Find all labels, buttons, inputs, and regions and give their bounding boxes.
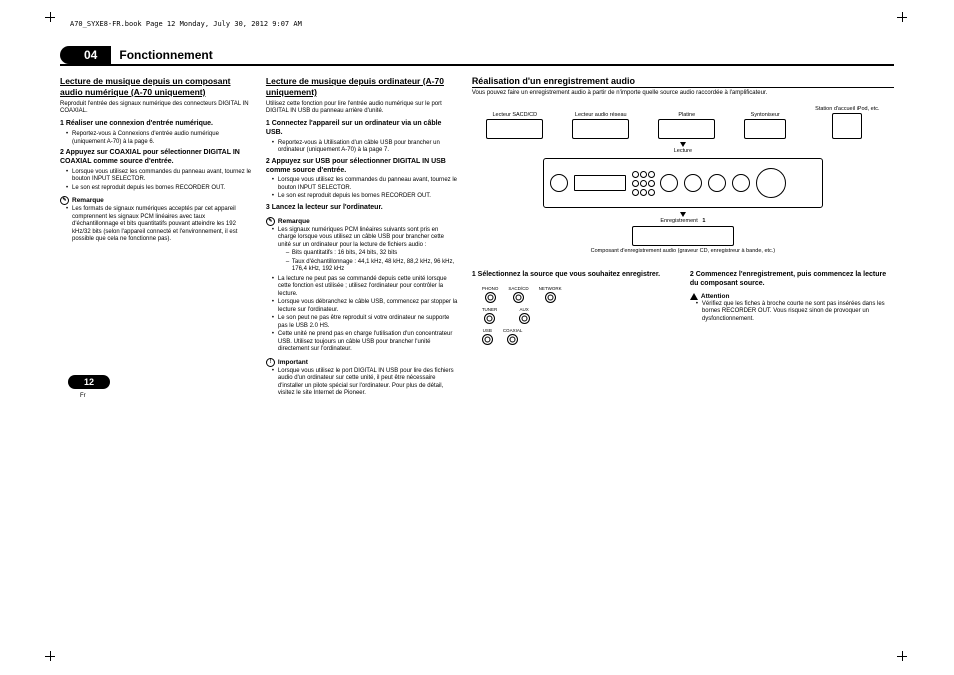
turntable-box bbox=[658, 119, 715, 139]
sel-label: USB bbox=[482, 328, 493, 333]
lecture-label: Lecture bbox=[674, 148, 692, 154]
volume-knob-icon bbox=[756, 168, 786, 198]
display-icon bbox=[574, 175, 626, 191]
note-label: Remarque bbox=[72, 197, 104, 204]
step-1: 1 Connectez l'appareil sur un ordinateur… bbox=[266, 120, 458, 138]
tuner-box bbox=[744, 119, 786, 139]
recorder-box bbox=[632, 226, 734, 246]
sub-bullet: Taux d'échantillonnage : 44,1 kHz, 48 kH… bbox=[286, 259, 458, 274]
attention-label: Attention bbox=[701, 293, 730, 300]
enreg-label: Enregistrement bbox=[660, 218, 697, 224]
intro-text: Utilisez cette fonction pour lire l'entr… bbox=[266, 101, 458, 115]
sacd-button bbox=[513, 292, 524, 303]
important-header: ! Important bbox=[266, 358, 458, 367]
note-icon: ✎ bbox=[60, 196, 69, 205]
aux-button bbox=[519, 313, 530, 324]
bullet: Le son est reproduit depuis les bornes R… bbox=[66, 185, 252, 193]
attention-text: Vérifiez que les fiches à broche courte … bbox=[696, 301, 894, 324]
tuner-button bbox=[484, 313, 495, 324]
important-label: Important bbox=[278, 359, 308, 366]
note-text: Cette unité ne prend pas en charge l'uti… bbox=[272, 331, 458, 354]
note-text: Le son peut ne pas être reproduit si vot… bbox=[272, 315, 458, 330]
sel-label: PHONO bbox=[482, 286, 499, 291]
bullet: Reportez-vous à Utilisation d'un câble U… bbox=[272, 140, 458, 155]
sel-label: AUX bbox=[519, 307, 530, 312]
diag-label-tuner: Syntoniseur bbox=[744, 112, 786, 118]
intro-text: Vous pouvez faire un enregistrement audi… bbox=[472, 90, 894, 97]
column-1: Lecture de musique depuis un composant a… bbox=[60, 74, 252, 401]
note-header: ✎ Remarque bbox=[60, 196, 252, 205]
note-header: ✎ Remarque bbox=[266, 217, 458, 226]
network-box bbox=[572, 119, 629, 139]
arrow-down-icon bbox=[680, 142, 686, 147]
section-heading: Réalisation d'un enregistrement audio bbox=[472, 76, 894, 88]
note-text: Les formats de signaux numériques accept… bbox=[66, 206, 252, 244]
chapter-bar: 04 Fonctionnement bbox=[60, 46, 894, 66]
knob-icon bbox=[660, 174, 678, 192]
sacd-box bbox=[486, 119, 543, 139]
bullet: Le son est reproduit depuis les bornes R… bbox=[272, 193, 458, 201]
knob-icon bbox=[708, 174, 726, 192]
sub-bullet: Bits quantitatifs : 16 bits, 24 bits, 32… bbox=[286, 250, 458, 258]
page-number: 12 bbox=[68, 375, 110, 389]
attention-header: Attention bbox=[690, 293, 894, 300]
chapter-title: Fonctionnement bbox=[119, 48, 212, 62]
important-text: Lorsque vous utilisez le port DIGITAL IN… bbox=[272, 368, 458, 398]
sel-label: NETWORK bbox=[539, 286, 562, 291]
note-text: Lorsque vous débranchez le câble USB, co… bbox=[272, 299, 458, 314]
network-button bbox=[545, 292, 556, 303]
section-heading: Lecture de musique depuis un composant a… bbox=[60, 76, 252, 98]
sel-label: SACD/CD bbox=[508, 286, 528, 291]
file-header: A70_SYXE8-FR.book Page 12 Monday, July 3… bbox=[70, 20, 894, 28]
column-3: Réalisation d'un enregistrement audio Vo… bbox=[472, 74, 894, 401]
note-label: Remarque bbox=[278, 218, 310, 225]
bullet: Lorsque vous utilisez les commandes du p… bbox=[66, 169, 252, 184]
important-icon: ! bbox=[266, 358, 275, 367]
step-1: 1 Sélectionnez la source que vous souhai… bbox=[472, 271, 676, 280]
intro-text: Reproduit l'entrée des signaux numérique… bbox=[60, 101, 252, 115]
chapter-number: 04 bbox=[60, 46, 111, 64]
arrow-down-icon bbox=[680, 212, 686, 217]
knob-icon bbox=[732, 174, 750, 192]
diag-label-ipod: Station d'accueil iPod, etc. bbox=[815, 106, 879, 112]
coaxial-button bbox=[507, 334, 518, 345]
ipod-box bbox=[832, 113, 862, 139]
step-2: 2 Appuyez sur COAXIAL pour sélectionner … bbox=[60, 149, 252, 167]
step-3: 3 Lancez la lecteur sur l'ordinateur. bbox=[266, 204, 458, 213]
diag-callout-1: 1 bbox=[702, 218, 705, 224]
amplifier-box bbox=[543, 158, 823, 208]
column-2: Lecture de musique depuis ordinateur (A-… bbox=[266, 74, 458, 401]
page-language: Fr bbox=[80, 393, 86, 399]
step-1: 1 Réaliser une connexion d'entrée numéri… bbox=[60, 120, 252, 129]
sel-label: COAXIAL bbox=[503, 328, 523, 333]
diag-label-net: Lecteur audio réseau bbox=[572, 112, 629, 118]
connection-diagram: Lecteur SACD/CD Lecteur audio réseau Pla… bbox=[472, 102, 894, 260]
bullet: Reportez-vous à Connexions d'entrée audi… bbox=[66, 131, 252, 146]
note-text: Les signaux numériques PCM linéaires sui… bbox=[272, 227, 458, 274]
button-grid bbox=[632, 171, 654, 196]
section-heading: Lecture de musique depuis ordinateur (A-… bbox=[266, 76, 458, 98]
phono-button bbox=[485, 292, 496, 303]
diag-label-sacd: Lecteur SACD/CD bbox=[486, 112, 543, 118]
sel-label: TUNER bbox=[482, 307, 498, 312]
usb-button bbox=[482, 334, 493, 345]
knob-icon bbox=[684, 174, 702, 192]
note-icon: ✎ bbox=[266, 217, 275, 226]
diag-label-platine: Platine bbox=[658, 112, 715, 118]
step-2: 2 Appuyez sur USB pour sélectionner DIGI… bbox=[266, 158, 458, 176]
step-2: 2 Commencez l'enregistrement, puis comme… bbox=[690, 271, 894, 289]
bullet: Lorsque vous utilisez les commandes du p… bbox=[272, 177, 458, 192]
warning-icon bbox=[690, 293, 698, 300]
recorder-label: Composant d'enregistrement audio (graveu… bbox=[472, 248, 894, 254]
note-text: La lecture ne peut pas se commandé depui… bbox=[272, 276, 458, 299]
knob-icon bbox=[550, 174, 568, 192]
input-selector-panel: PHONO SACD/CD NETWORK TUNER AUX USB COAX… bbox=[482, 286, 676, 345]
